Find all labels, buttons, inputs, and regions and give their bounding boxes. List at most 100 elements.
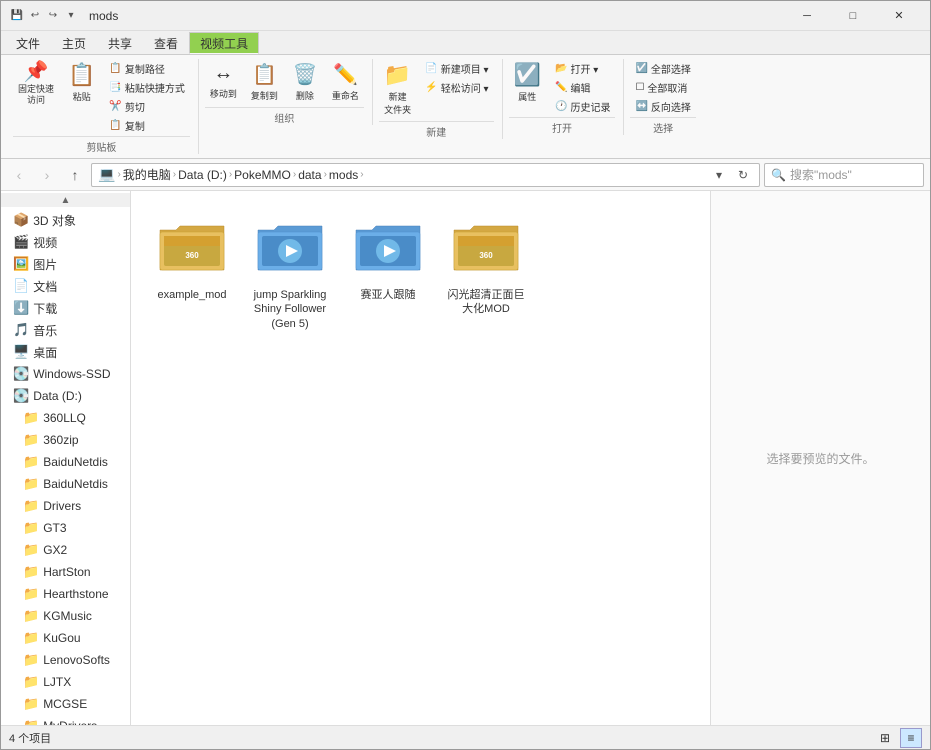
invert-select-button[interactable]: ↔️ 反向选择 (630, 97, 695, 115)
360zip-icon: 📁 (23, 432, 39, 448)
pin-quick-access-button[interactable]: 📌 固定快速访问 (13, 59, 59, 109)
copy-button[interactable]: 📋 复制 (104, 116, 189, 134)
breadcrumb-data-drive[interactable]: Data (D:) (178, 168, 227, 182)
copy-path-icon: 📋 (109, 63, 121, 74)
organize-group-label: 组织 (205, 107, 364, 125)
video-icon: 🎬 (13, 234, 29, 250)
delete-button[interactable]: 🗑️ 删除 (287, 59, 323, 105)
cut-button[interactable]: ✂️ 剪切 (104, 97, 189, 115)
up-button[interactable]: ↑ (63, 163, 87, 187)
select-all-button[interactable]: ☑️ 全部选择 (630, 59, 695, 77)
music-icon: 🎵 (13, 322, 29, 338)
sidebar-item-hearthstone[interactable]: 📁 Hearthstone (1, 583, 130, 605)
forward-button[interactable]: › (35, 163, 59, 187)
jump-sparkling-name: jump Sparkling Shiny Follower (Gen 5) (250, 288, 330, 331)
scroll-up-button[interactable]: ▲ (1, 193, 130, 207)
file-item-flash-mod[interactable]: 360 闪光超清正面巨大化MOD (441, 207, 531, 336)
dropdown-icon[interactable]: ▾ (63, 8, 79, 24)
sidebar-item-music[interactable]: 🎵 音乐 (1, 319, 130, 341)
maximize-button[interactable]: □ (830, 1, 876, 31)
close-button[interactable]: ✕ (876, 1, 922, 31)
sidebar-item-pictures[interactable]: 🖼️ 图片 (1, 253, 130, 275)
file-item-jump-sparkling[interactable]: jump Sparkling Shiny Follower (Gen 5) (245, 207, 335, 336)
sidebar-item-data-drive[interactable]: 💽 Data (D:) (1, 385, 130, 407)
sidebar-item-360llq[interactable]: 📁 360LLQ (1, 407, 130, 429)
easy-access-button[interactable]: ⚡ 轻松访问 ▾ (420, 78, 493, 96)
address-bar[interactable]: 💻 › 我的电脑 › Data (D:) › PokeMMO › data › … (91, 163, 760, 187)
deselect-all-button[interactable]: ☐ 全部取消 (630, 78, 695, 96)
sidebar-item-baidunetdis2[interactable]: 📁 BaiduNetdis (1, 473, 130, 495)
breadcrumb-pokemmo[interactable]: PokeMMO (234, 168, 291, 182)
sidebar-item-gx2[interactable]: 📁 GX2 (1, 539, 130, 561)
copy-to-button[interactable]: 📋 复制到 (246, 59, 283, 105)
kgmusic-icon: 📁 (23, 608, 39, 624)
sidebar-item-hartston-label: HartSton (43, 565, 90, 579)
tab-file[interactable]: 文件 (5, 32, 51, 54)
ribbon-group-new: 📁 新建文件夹 📄 新建项目 ▾ ⚡ 轻松访问 ▾ 新建 (375, 59, 503, 139)
move-label: 移动到 (210, 87, 237, 100)
new-folder-icon: 📁 (384, 62, 411, 88)
new-item-button[interactable]: 📄 新建项目 ▾ (420, 59, 493, 77)
sidebar-item-windows-ssd[interactable]: 💽 Windows-SSD (1, 363, 130, 385)
sidebar-item-mcgse[interactable]: 📁 MCGSE (1, 693, 130, 715)
deselect-all-label: 全部取消 (647, 80, 687, 95)
preview-text: 选择要预览的文件。 (766, 450, 874, 467)
360llq-icon: 📁 (23, 410, 39, 426)
undo-icon[interactable]: ↩ (27, 8, 43, 24)
breadcrumb-data[interactable]: data (298, 168, 321, 182)
redo-icon[interactable]: ↪ (45, 8, 61, 24)
sidebar-item-kugou[interactable]: 📁 KuGou (1, 627, 130, 649)
sep4: › (293, 169, 296, 180)
list-view-button[interactable]: ≡ (900, 728, 922, 748)
properties-button[interactable]: ☑️ 属性 (509, 59, 546, 106)
tab-view[interactable]: 查看 (143, 32, 189, 54)
sep1: › (117, 169, 120, 180)
back-button[interactable]: ‹ (7, 163, 31, 187)
sidebar-item-mcgse-label: MCGSE (43, 697, 87, 711)
history-button[interactable]: 🕐 历史记录 (550, 97, 615, 115)
sidebar-item-downloads[interactable]: ⬇️ 下载 (1, 297, 130, 319)
sidebar-item-3d[interactable]: 📦 3D 对象 (1, 209, 130, 231)
open-button[interactable]: 📂 打开 ▾ (550, 59, 615, 77)
breadcrumb-my-computer[interactable]: 我的电脑 (123, 166, 171, 183)
rename-label: 重命名 (332, 89, 359, 102)
sidebar-item-360zip[interactable]: 📁 360zip (1, 429, 130, 451)
new-folder-button[interactable]: 📁 新建文件夹 (379, 59, 416, 119)
file-item-saiyan[interactable]: 赛亚人跟随 (343, 207, 433, 336)
tab-video-tools[interactable]: 视频工具 (189, 32, 259, 54)
tab-home[interactable]: 主页 (51, 32, 97, 54)
grid-view-button[interactable]: ⊞ (874, 728, 896, 748)
sidebar-item-drivers[interactable]: 📁 Drivers (1, 495, 130, 517)
edit-button[interactable]: ✏️ 编辑 (550, 78, 615, 96)
sidebar-item-baidunetdis1[interactable]: 📁 BaiduNetdis (1, 451, 130, 473)
history-icon: 🕐 (555, 101, 567, 112)
sep2: › (173, 169, 176, 180)
sidebar-item-ljtx[interactable]: 📁 LJTX (1, 671, 130, 693)
sidebar-item-mydrivers[interactable]: 📁 MyDrivers (1, 715, 130, 725)
sidebar-item-desktop[interactable]: 🖥️ 桌面 (1, 341, 130, 363)
tab-share[interactable]: 共享 (97, 32, 143, 54)
toolbar-area: ‹ › ↑ 💻 › 我的电脑 › Data (D:) › PokeMMO › d… (1, 159, 930, 191)
desktop-icon: 🖥️ (13, 344, 29, 360)
sidebar-item-gt3[interactable]: 📁 GT3 (1, 517, 130, 539)
sidebar-item-hartston[interactable]: 📁 HartSton (1, 561, 130, 583)
copy-path-button[interactable]: 📋 复制路径 (104, 59, 189, 77)
paste-button[interactable]: 📋 粘贴 (63, 59, 100, 106)
sidebar-item-video[interactable]: 🎬 视频 (1, 231, 130, 253)
open-group-label: 打开 (509, 117, 616, 135)
search-bar[interactable]: 🔍 搜索"mods" (764, 163, 924, 187)
sidebar-item-documents[interactable]: 📄 文档 (1, 275, 130, 297)
breadcrumb-mods[interactable]: mods (329, 168, 358, 182)
sidebar-item-kgmusic[interactable]: 📁 KGMusic (1, 605, 130, 627)
flash-mod-name: 闪光超清正面巨大化MOD (446, 288, 526, 317)
paste-shortcut-button[interactable]: 📑 粘贴快捷方式 (104, 78, 189, 96)
sidebar-item-lenovosofts[interactable]: 📁 LenovoSofts (1, 649, 130, 671)
move-to-button[interactable]: ↔ 移动到 (205, 59, 242, 103)
refresh-button[interactable]: ↻ (733, 165, 753, 185)
dropdown-button[interactable]: ▾ (709, 165, 729, 185)
save-icon[interactable]: 💾 (9, 8, 25, 24)
minimize-button[interactable]: ─ (784, 1, 830, 31)
computer-icon: 💻 (98, 166, 115, 183)
rename-button[interactable]: ✏️ 重命名 (327, 59, 364, 105)
file-item-example-mod[interactable]: 360 example_mod (147, 207, 237, 336)
